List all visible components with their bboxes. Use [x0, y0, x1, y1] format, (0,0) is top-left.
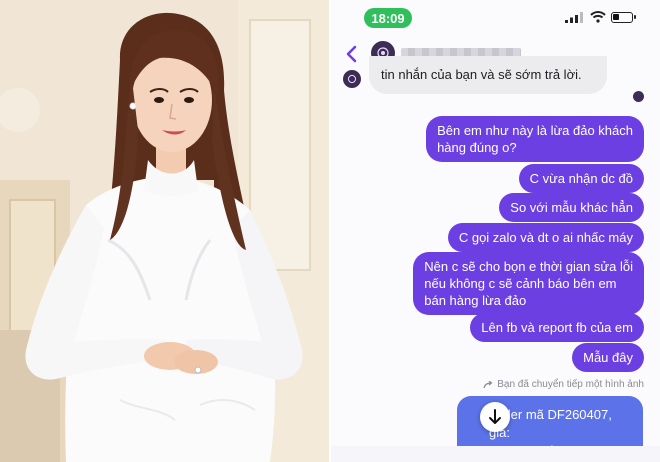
forward-note: Bạn đã chuyển tiếp một hình ảnh — [483, 379, 644, 390]
status-bar: 18:09 — [331, 0, 660, 36]
wifi-icon — [590, 11, 606, 23]
status-time: 18:09 — [364, 8, 412, 28]
message-line: Mẫu đây — [583, 350, 633, 365]
sent-message[interactable]: Lên fb và report fb của em — [470, 313, 644, 342]
message-line: bán hàng lừa đảo — [424, 293, 527, 308]
woman-in-white-ao-dai-photo — [0, 0, 329, 462]
sent-message[interactable]: Bên em như này là lừa đảo khách hàng đún… — [426, 116, 644, 162]
sent-message[interactable]: Nên c sẽ cho bọn e thời gian sửa lỗi nếu… — [413, 252, 644, 315]
message-line: Lên fb và report fb của em — [481, 320, 633, 335]
scroll-to-bottom-button[interactable] — [480, 402, 510, 432]
message-line: So với mẫu khác hẳn — [510, 200, 633, 215]
seen-indicator-avatar — [633, 91, 644, 102]
sent-message[interactable]: C gọi zalo và dt o ai nhấc máy — [447, 223, 644, 252]
messenger-screenshot: 18:09 tin nhắn của bạn và sẽ sớm trả lời… — [331, 0, 660, 462]
message-line: C vừa nhận dc đồ — [529, 171, 633, 186]
sent-message[interactable]: So với mẫu khác hẳn — [499, 193, 644, 222]
chevron-left-icon[interactable] — [345, 45, 357, 63]
message-line: nếu không c sẽ cảnh báo bên em — [424, 276, 617, 291]
contact-avatar-small — [343, 70, 361, 88]
message-line: Nên c sẽ cho bọn e thời gian sửa lỗi — [424, 259, 633, 274]
sent-message[interactable]: Mẫu đây — [572, 343, 644, 372]
message-line: C gọi zalo và dt o ai nhấc máy — [458, 230, 633, 245]
message-line: Bên em như này là lừa đảo khách — [437, 123, 633, 138]
sent-message[interactable]: C vừa nhận dc đồ — [518, 164, 644, 193]
message-line: hàng đúng o? — [437, 140, 517, 155]
battery-level — [613, 14, 619, 20]
composer-bar — [331, 446, 660, 462]
photo-panel — [0, 0, 329, 462]
incoming-message[interactable]: tin nhắn của bạn và sẽ sớm trả lời. — [369, 56, 607, 94]
forward-icon — [483, 380, 493, 388]
incoming-message-text: tin nhắn của bạn và sẽ sớm trả lời. — [381, 67, 582, 82]
signal-icon — [565, 12, 583, 23]
store-logo-icon — [347, 74, 357, 84]
arrow-down-icon — [489, 409, 501, 424]
battery-icon — [611, 12, 636, 23]
forward-note-text: Bạn đã chuyển tiếp một hình ảnh — [497, 379, 644, 390]
